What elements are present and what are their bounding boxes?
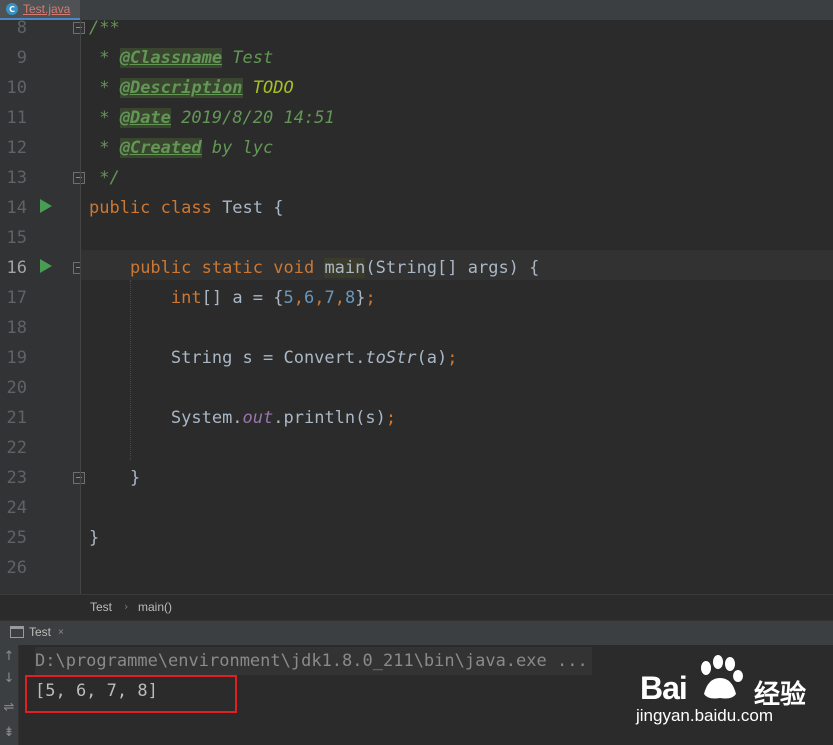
- baidu-jingyan-watermark: Bai 经验 jingyan.baidu.com: [630, 652, 830, 732]
- line-number: 10: [6, 78, 27, 98]
- code-line: /**: [89, 20, 120, 38]
- line-number: 15: [6, 228, 27, 248]
- run-tab-test[interactable]: Test ×: [10, 625, 64, 639]
- line-number: 12: [6, 138, 27, 158]
- scroll-down-icon[interactable]: ↓: [2, 671, 16, 686]
- line-number: 9: [16, 48, 27, 68]
- run-class-icon[interactable]: [40, 199, 52, 213]
- run-main-icon[interactable]: [40, 259, 52, 273]
- code-line: * @Created by lyc: [89, 138, 274, 158]
- line-number: 11: [6, 108, 27, 128]
- code-line: */: [89, 168, 120, 188]
- line-number: 22: [6, 438, 27, 458]
- breadcrumb: Test › main(): [0, 594, 833, 620]
- run-window-icon: [10, 626, 24, 638]
- line-number: 25: [6, 528, 27, 548]
- code-line: String s = Convert.toStr(a);: [170, 348, 458, 368]
- code-line: * @Description TODO: [89, 78, 294, 98]
- line-number: 20: [6, 378, 27, 398]
- line-number: 24: [6, 498, 27, 518]
- code-line: int[] a = {5,6,7,8};: [170, 288, 376, 308]
- code-line: public class Test {: [89, 198, 284, 218]
- run-tool-window-header: Test ×: [0, 620, 833, 646]
- soft-wrap-icon[interactable]: ⇌: [2, 700, 16, 715]
- code-line: public static void main(String[] args) {: [129, 258, 540, 278]
- breadcrumb-method[interactable]: main(): [138, 600, 172, 614]
- scroll-up-icon[interactable]: ↑: [2, 649, 16, 664]
- run-tab-label: Test: [29, 625, 52, 639]
- code-line: System.out.println(s);: [170, 408, 397, 428]
- line-number: 13: [6, 168, 27, 188]
- line-number-current: 16: [6, 258, 27, 278]
- paw-logo-icon: [701, 655, 743, 699]
- line-number: 19: [6, 348, 27, 368]
- chevron-right-icon: ›: [124, 600, 129, 613]
- close-icon[interactable]: ×: [58, 627, 64, 638]
- line-number: 21: [6, 408, 27, 428]
- line-number: 18: [6, 318, 27, 338]
- line-number-gutter: 8 9 10 11 12 13 14 15 16 17 18 19 20 21 …: [0, 18, 85, 594]
- watermark-url: jingyan.baidu.com: [636, 706, 774, 725]
- code-editor[interactable]: /** * @Classname Test * @Description TOD…: [81, 20, 833, 594]
- editor-tab-bar: C Test.java: [0, 0, 833, 21]
- line-number: 17: [6, 288, 27, 308]
- line-number: 14: [6, 198, 27, 218]
- code-line: }: [89, 468, 141, 488]
- line-number: 8: [16, 18, 27, 38]
- code-line: * @Classname Test: [89, 48, 274, 68]
- console-command-line: D:\programme\environment\jdk1.8.0_211\bi…: [35, 647, 592, 675]
- console-toolbar: ↑ ↓ ⇌ ⇟: [0, 645, 19, 745]
- breadcrumb-class[interactable]: Test: [90, 600, 112, 614]
- editor-tab-label: Test.java: [23, 2, 71, 16]
- watermark-brand: Bai: [640, 670, 688, 706]
- code-line: * @Date 2019/8/20 14:51: [89, 108, 335, 128]
- line-number: 26: [6, 558, 27, 578]
- scroll-to-end-icon[interactable]: ⇟: [2, 725, 16, 740]
- line-number: 23: [6, 468, 27, 488]
- code-line: }: [89, 528, 100, 548]
- output-highlight-box: [25, 675, 237, 713]
